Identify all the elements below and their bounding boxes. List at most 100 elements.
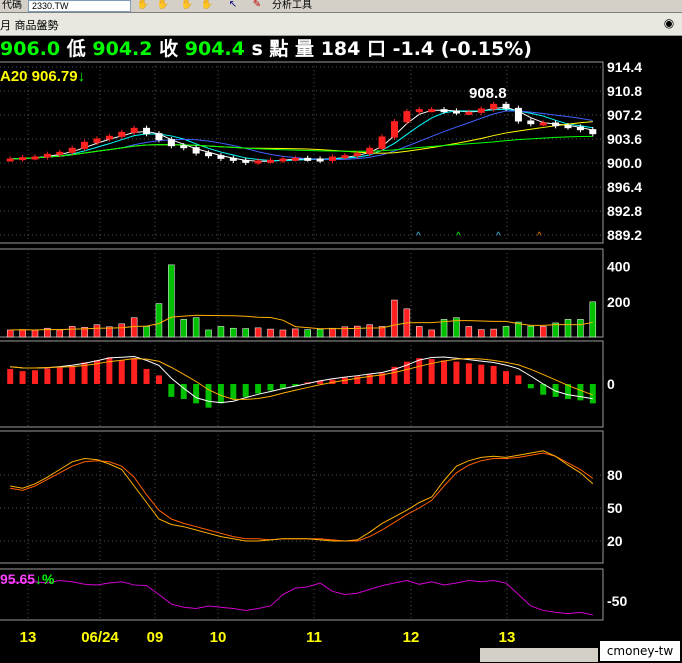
- x-tick-label: 13: [20, 629, 37, 646]
- candle: [465, 111, 473, 115]
- quote-bar: 906.0 低 904.2 收 904.4 s 點 量 184 口 -1.4 (…: [0, 36, 532, 62]
- candle: [229, 157, 237, 161]
- candle: [341, 155, 349, 159]
- candle: [366, 147, 374, 155]
- candle: [56, 151, 64, 155]
- candle: [589, 129, 597, 135]
- change-value: -1.4 (-0.15%): [392, 38, 532, 60]
- candle: [43, 153, 51, 158]
- code-input[interactable]: 2330.TW: [28, 0, 131, 12]
- cursor-icon[interactable]: ↖: [226, 0, 240, 10]
- macd-bar: [56, 367, 63, 384]
- macd-bar: [31, 370, 38, 384]
- candle: [452, 110, 460, 114]
- low-label: 低: [66, 38, 86, 60]
- volume-bar: [589, 301, 597, 338]
- macd-bar: [267, 384, 274, 391]
- panel-frame-kd: [0, 430, 604, 564]
- candle: [353, 153, 361, 157]
- price-tick-label: 900.0: [607, 155, 642, 171]
- macd-bar: [478, 364, 485, 384]
- horizontal-scrollbar[interactable]: [480, 648, 598, 662]
- candle: [155, 133, 163, 141]
- kd-d-line: [10, 452, 594, 542]
- candle: [564, 125, 572, 129]
- price-tick-label: 910.8: [607, 83, 642, 99]
- watermark: cmoney-tw: [600, 641, 680, 661]
- macd-bar: [168, 384, 175, 397]
- volume-bar: [577, 319, 584, 338]
- ma20-label: A20 906.79↓: [0, 68, 85, 85]
- volume-bar: [242, 328, 249, 338]
- kd-k-line: [10, 450, 594, 542]
- candle: [428, 109, 436, 113]
- volume-bar: [465, 326, 473, 338]
- macd-bar: [143, 368, 150, 384]
- low-value: 904.2: [92, 38, 153, 60]
- wr-line: [10, 579, 593, 616]
- candle: [527, 120, 535, 125]
- tab-market-overview[interactable]: 月 商品盤勢: [0, 17, 59, 33]
- analysis-tools-label[interactable]: 分析工具: [272, 0, 312, 12]
- candle: [477, 108, 485, 113]
- macd-bar: [279, 384, 286, 389]
- volume-value: 184 口: [320, 38, 386, 60]
- candle: [378, 136, 386, 149]
- macd-bar: [69, 365, 76, 384]
- macd-bar: [230, 384, 237, 400]
- candle: [143, 127, 151, 135]
- volume-bar: [477, 329, 485, 338]
- stock-chart[interactable]: ^ ^ ^ ^ 914.4 910.8 907.2 903.6 900.0 896.4 892.8…: [0, 60, 682, 663]
- ma10-line: [10, 110, 593, 161]
- volume-bar: [329, 327, 336, 338]
- macd-tick-label: 0: [607, 376, 615, 392]
- wr-tick-label: -50: [607, 593, 627, 609]
- volume-bar: [118, 323, 126, 338]
- macd-bar: [453, 361, 460, 384]
- x-tick-label: 10: [210, 629, 227, 646]
- volume-bar: [143, 326, 150, 338]
- volume-bar: [304, 329, 311, 338]
- candle: [68, 147, 76, 153]
- candle: [254, 160, 262, 164]
- volume-bar: [316, 329, 324, 338]
- candle: [267, 159, 275, 163]
- macd-bar: [7, 368, 14, 384]
- candle: [514, 107, 522, 122]
- macd-bar: [44, 368, 51, 384]
- hand-left-icon[interactable]: ✋: [180, 0, 194, 10]
- candle: [576, 126, 584, 131]
- volume-bar: [428, 329, 435, 338]
- unit-label: s 點: [251, 38, 289, 60]
- volume-bar: [19, 329, 26, 338]
- volume-bar: [230, 327, 237, 338]
- ma5-line: [10, 108, 593, 162]
- close-icon[interactable]: ◉: [662, 16, 676, 30]
- macd-bar: [155, 375, 162, 384]
- candle: [81, 141, 89, 149]
- hand-right-icon[interactable]: ✋: [200, 0, 214, 10]
- code-label: 代碼: [2, 0, 22, 11]
- volume-label: 量: [295, 38, 315, 60]
- macd-bar: [515, 375, 522, 384]
- candle: [105, 135, 113, 140]
- x-tick-label: 09: [147, 629, 164, 646]
- candle: [6, 158, 14, 162]
- analysis-tools-icon[interactable]: ✎: [250, 0, 264, 10]
- price-tick-label: 907.2: [607, 107, 642, 123]
- macd-bar: [465, 363, 472, 384]
- panel-frame-macd: [0, 340, 604, 428]
- pan-icon[interactable]: ✋: [156, 0, 170, 10]
- volume-tick-label: 200: [607, 294, 631, 310]
- candle: [440, 109, 448, 113]
- macd-bar: [19, 371, 26, 384]
- peak-price-label: 908.8: [469, 85, 507, 102]
- candle: [205, 152, 213, 157]
- volume-bar: [68, 326, 76, 338]
- tab-bar: 月 商品盤勢 ◉: [0, 13, 682, 36]
- volume-bar: [502, 326, 510, 338]
- signal-mark: ^: [416, 231, 421, 242]
- kd-tick-label: 20: [607, 533, 623, 549]
- zoom-in-icon[interactable]: ✋: [136, 0, 150, 10]
- candle: [93, 138, 101, 143]
